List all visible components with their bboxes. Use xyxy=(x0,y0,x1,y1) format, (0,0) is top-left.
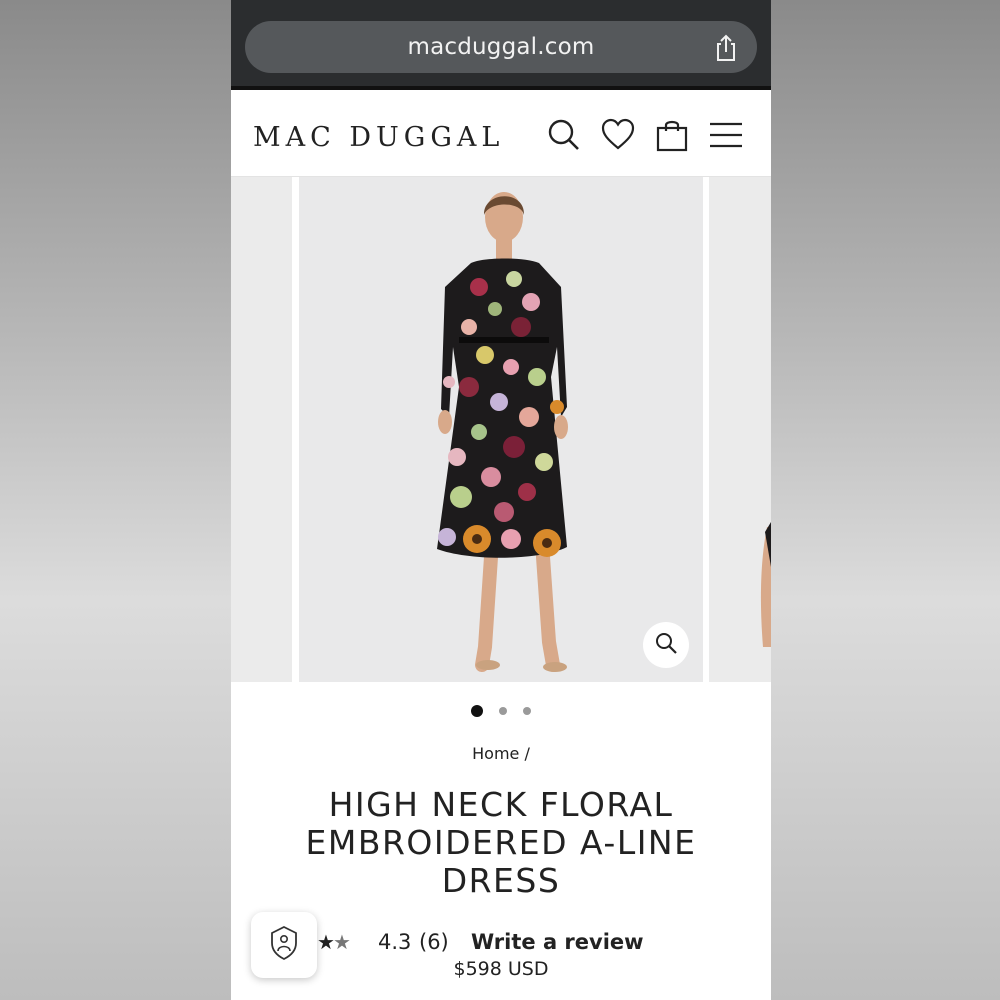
gallery-slide-main[interactable] xyxy=(299,177,703,682)
brand-logo[interactable]: MAC DUGGAL xyxy=(253,122,504,153)
phone-screen: macduggal.com MAC DUGGAL Home / HIGH NEC… xyxy=(231,0,771,1000)
review-count[interactable]: (6) xyxy=(419,930,449,954)
share-icon[interactable] xyxy=(713,34,739,62)
browser-bar: macduggal.com xyxy=(231,0,771,90)
product-photo xyxy=(299,177,703,682)
pagination-dot-2[interactable] xyxy=(499,706,507,715)
star-icon: ★ xyxy=(332,932,351,954)
address-bar[interactable]: macduggal.com xyxy=(245,21,757,73)
rating-value: 4.3 xyxy=(378,930,412,954)
browser-divider xyxy=(231,86,771,90)
zoom-button[interactable] xyxy=(643,622,689,668)
product-title: HIGH NECK FLORAL EMBROIDERED A-LINE DRES… xyxy=(271,786,731,900)
pagination-dot-1[interactable] xyxy=(470,704,483,717)
breadcrumb[interactable]: Home / xyxy=(231,744,771,763)
product-title-line-3: DRESS xyxy=(441,861,561,900)
accessibility-shield-icon xyxy=(268,925,300,966)
gallery-slide-previous[interactable] xyxy=(231,177,292,682)
star-rating[interactable]: ★★ xyxy=(317,930,351,955)
menu-icon[interactable] xyxy=(709,118,743,152)
gallery-slide-next[interactable] xyxy=(709,177,771,682)
heart-icon[interactable] xyxy=(601,118,635,152)
product-title-line-1: HIGH NECK FLORAL xyxy=(328,785,674,824)
site-header: MAC DUGGAL xyxy=(231,94,771,177)
product-title-line-2: EMBROIDERED A-LINE xyxy=(305,823,697,862)
product-gallery[interactable] xyxy=(231,177,771,682)
pagination-dot-3[interactable] xyxy=(523,706,532,715)
search-icon[interactable] xyxy=(547,118,581,152)
gallery-pagination xyxy=(231,702,771,717)
shopping-bag-icon[interactable] xyxy=(655,118,689,152)
url-text[interactable]: macduggal.com xyxy=(245,34,757,60)
star-icon: ★ xyxy=(317,932,335,954)
accessibility-badge[interactable] xyxy=(251,912,317,978)
zoom-icon xyxy=(654,631,678,660)
write-review-link[interactable]: Write a review xyxy=(471,930,644,954)
